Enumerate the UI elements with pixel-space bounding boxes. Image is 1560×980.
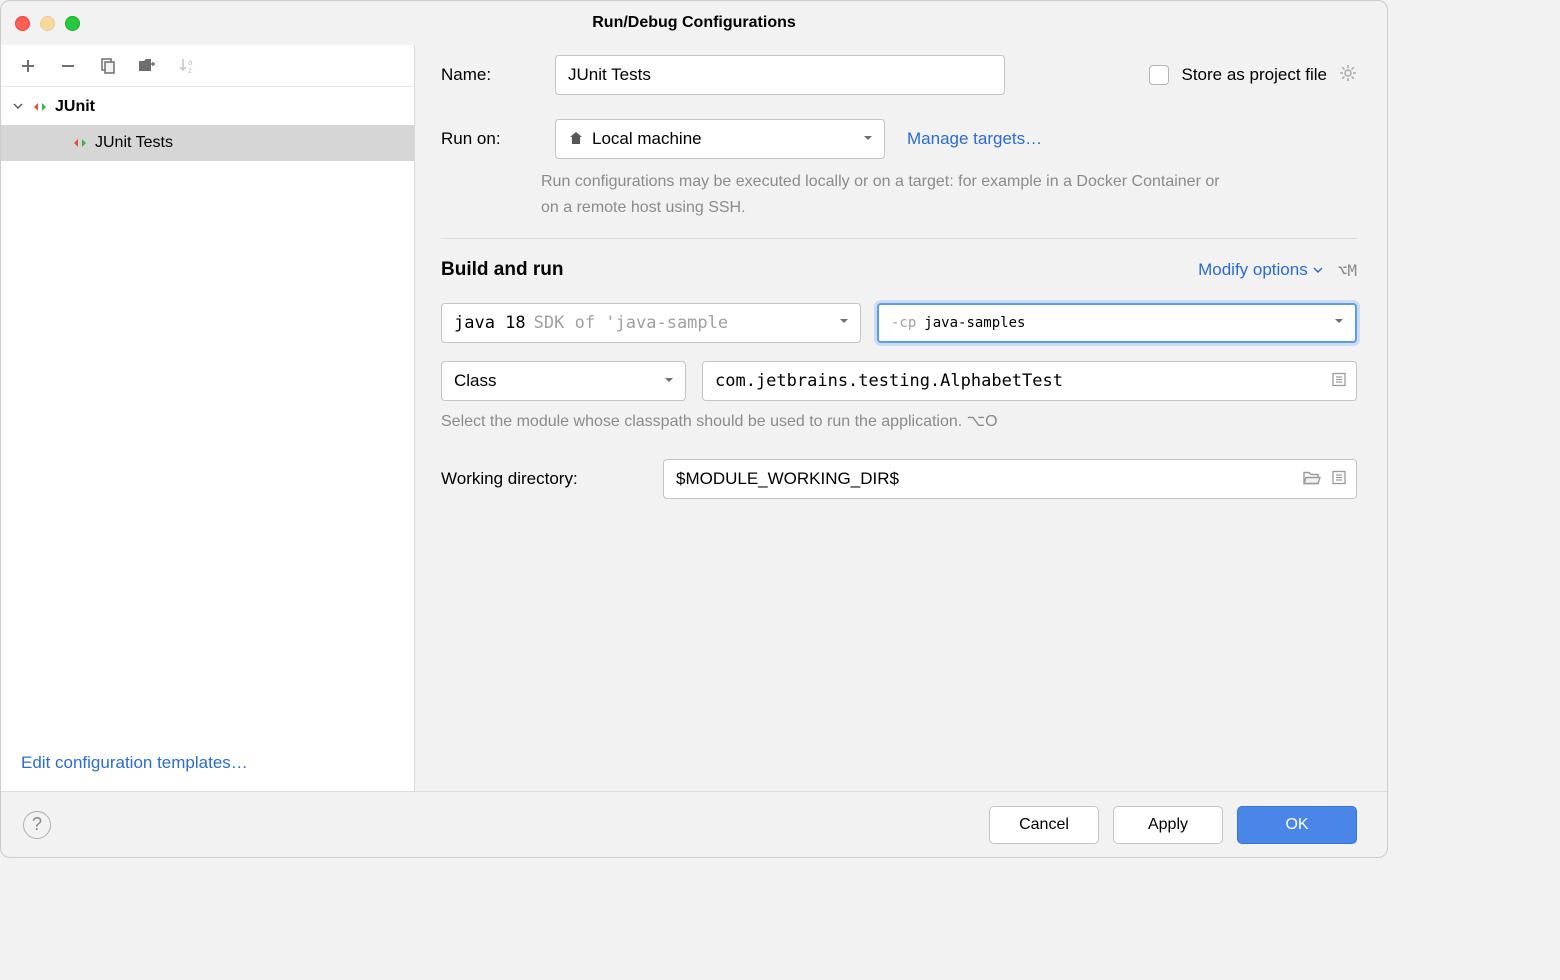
build-run-title: Build and run (441, 259, 563, 281)
runon-description: Run configurations may be executed local… (541, 169, 1221, 220)
separator (441, 238, 1357, 239)
modify-options-link[interactable]: Modify options (1198, 260, 1324, 280)
working-dir-input[interactable] (663, 459, 1357, 499)
folder-open-icon[interactable] (1303, 470, 1321, 489)
close-window-button[interactable] (15, 16, 30, 31)
tree-item-label: JUnit Tests (95, 134, 173, 152)
junit-icon (31, 98, 49, 116)
gear-icon[interactable] (1339, 64, 1357, 87)
cp-flag: -cp (891, 315, 916, 331)
minus-icon (60, 58, 76, 74)
minimize-window-button (40, 16, 55, 31)
jdk-main: java 18 (454, 313, 526, 333)
main-panel: Name: Store as project file Run on: Loca… (415, 45, 1387, 791)
chevron-down-icon (11, 99, 25, 115)
help-button[interactable]: ? (23, 811, 51, 839)
runon-value: Local machine (592, 129, 702, 149)
modify-shortcut: ⌥M (1338, 261, 1357, 280)
chevron-down-icon (862, 131, 874, 147)
scope-value: Class (454, 371, 497, 391)
save-config-button[interactable] (137, 55, 159, 77)
cancel-button[interactable]: Cancel (989, 806, 1099, 844)
list-icon[interactable] (1331, 372, 1347, 391)
runon-label: Run on: (441, 129, 533, 149)
apply-button[interactable]: Apply (1113, 806, 1223, 844)
jdk-sub: SDK of 'java-sample (534, 313, 728, 333)
manage-targets-link[interactable]: Manage targets… (907, 129, 1042, 149)
plus-icon (20, 58, 36, 74)
cp-value: java-samples (924, 315, 1025, 331)
remove-config-button[interactable] (57, 55, 79, 77)
chevron-down-icon (663, 373, 675, 389)
sort-icon: az (178, 57, 198, 75)
scope-combo[interactable]: Class (441, 361, 686, 401)
home-icon (568, 130, 584, 149)
name-label: Name: (441, 65, 533, 85)
list-icon[interactable] (1331, 470, 1347, 489)
checkbox-icon (1149, 65, 1169, 85)
name-input[interactable] (555, 55, 1005, 95)
jdk-combo[interactable]: java 18 SDK of 'java-sample (441, 303, 861, 343)
tree-item-junit-tests[interactable]: JUnit Tests (1, 125, 414, 161)
runon-combo[interactable]: Local machine (555, 119, 885, 159)
dialog-footer: ? Cancel Apply OK (1, 791, 1387, 857)
folder-icon (138, 57, 158, 75)
store-label: Store as project file (1181, 65, 1327, 85)
svg-text:z: z (188, 66, 192, 75)
copy-icon (99, 57, 117, 75)
class-input[interactable] (702, 361, 1357, 401)
sidebar: az JUnit JUnit Tests Edit configurat (1, 45, 415, 791)
window-title: Run/Debug Configurations (1, 14, 1387, 32)
junit-icon (71, 134, 89, 152)
copy-config-button[interactable] (97, 55, 119, 77)
classpath-combo[interactable]: -cp java-samples (877, 303, 1357, 343)
tree-group-label: JUnit (55, 98, 95, 116)
maximize-window-button[interactable] (65, 16, 80, 31)
config-tree: JUnit JUnit Tests (1, 87, 414, 735)
sort-config-button[interactable]: az (177, 55, 199, 77)
working-dir-label: Working directory: (441, 469, 641, 489)
chevron-down-icon (1333, 315, 1345, 331)
edit-templates-link[interactable]: Edit configuration templates… (21, 753, 248, 772)
titlebar: Run/Debug Configurations (1, 1, 1387, 45)
traffic-lights (15, 16, 80, 31)
module-hint: Select the module whose classpath should… (441, 411, 1357, 431)
ok-button[interactable]: OK (1237, 806, 1357, 844)
add-config-button[interactable] (17, 55, 39, 77)
tree-group-junit[interactable]: JUnit (1, 89, 414, 125)
sidebar-toolbar: az (1, 45, 414, 87)
chevron-down-icon (838, 315, 850, 331)
chevron-down-icon (1312, 264, 1324, 276)
store-as-project-checkbox[interactable]: Store as project file (1149, 64, 1357, 87)
